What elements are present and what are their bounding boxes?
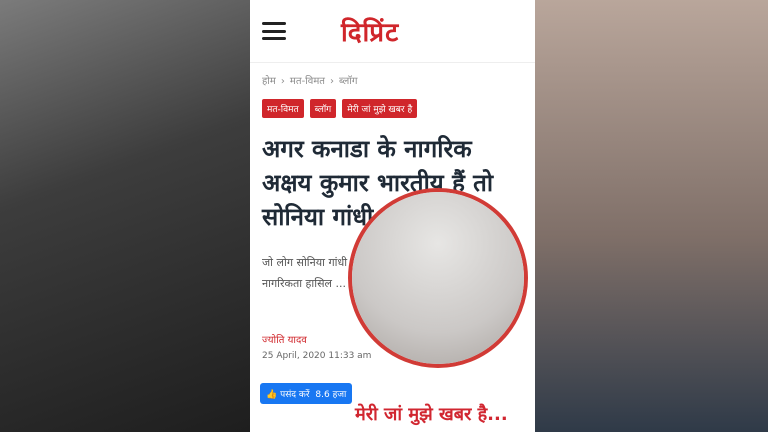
actor-portrait-photo xyxy=(535,0,768,432)
breadcrumb-opinion[interactable]: मत-विमत xyxy=(290,76,325,87)
hamburger-icon[interactable] xyxy=(262,22,286,40)
tag-blog[interactable]: ब्लॉग xyxy=(309,99,337,118)
tag-list: मत-विमत ब्लॉग मेरी जां मुझे खबर है xyxy=(262,99,523,118)
brand-logo[interactable]: दिप्रिंट xyxy=(341,13,399,49)
like-button[interactable]: 👍 पसंद करें 8.6 हजा xyxy=(260,383,353,404)
tag-opinion[interactable]: मत-विमत xyxy=(262,99,304,118)
top-bar: दिप्रिंट xyxy=(250,0,535,63)
tag-series[interactable]: मेरी जां मुझे खबर है xyxy=(342,99,418,118)
like-label: पसंद करें xyxy=(280,390,310,400)
like-count: 8.6 हजा xyxy=(315,390,347,400)
author-name[interactable]: ज्योति यादव xyxy=(262,332,307,346)
black-and-white-couple-photo xyxy=(0,0,250,432)
breadcrumb-blog[interactable]: ब्लॉग xyxy=(339,76,357,87)
breadcrumb-home[interactable]: होम xyxy=(262,76,276,87)
blog-series-title: मेरी जां मुझे खबर है... xyxy=(355,404,508,425)
thumbs-up-icon: 👍 xyxy=(266,390,278,400)
author-portrait-circle xyxy=(348,188,528,368)
portrait-photo xyxy=(352,192,524,364)
breadcrumb: होम › मत-विमत › ब्लॉग xyxy=(262,76,358,87)
